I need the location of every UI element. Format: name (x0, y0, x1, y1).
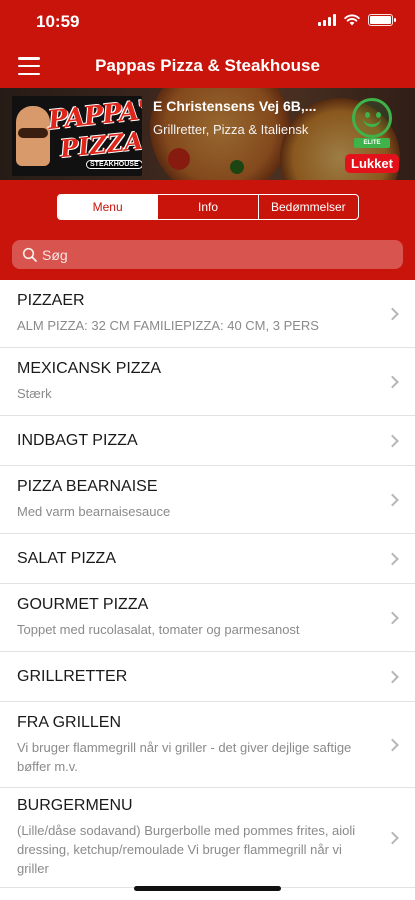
chevron-right-icon (386, 738, 399, 751)
category-description: ALM PIZZA: 32 CM FAMILIEPIZZA: 40 CM, 3 … (17, 318, 319, 333)
menu-category-mexicansk-pizza[interactable]: MEXICANSK PIZZA Stærk (0, 348, 415, 416)
category-title: GOURMET PIZZA (17, 596, 149, 613)
menu-category-salat-pizza[interactable]: SALAT PIZZA (0, 534, 415, 584)
battery-icon (368, 14, 396, 26)
menu-category-grillretter[interactable]: GRILLRETTER (0, 652, 415, 702)
nav-title: Pappas Pizza & Steakhouse (95, 56, 320, 75)
category-title: INDBAGT PIZZA (17, 431, 138, 449)
smiley-rating-icon (352, 98, 392, 138)
status-bar: 10:59 (0, 0, 415, 44)
segmented-control: Menu Info Bedømmelser (57, 194, 359, 220)
signal-icon (318, 14, 336, 26)
chevron-right-icon (386, 375, 399, 388)
category-title: BURGERMENU (17, 797, 133, 814)
search-bar[interactable] (12, 240, 403, 269)
tab-info[interactable]: Info (157, 195, 257, 219)
chevron-right-icon (386, 611, 399, 624)
search-icon (22, 247, 37, 262)
elite-badge: ELITE (354, 138, 390, 148)
nav-bar: Pappas Pizza & Steakhouse (0, 44, 415, 88)
chevron-right-icon (386, 670, 399, 683)
category-title: FRA GRILLEN (17, 713, 122, 731)
category-description: Stærk (17, 386, 52, 401)
category-title: MEXICANSK PIZZA (17, 360, 162, 377)
menu-category-pizzaer[interactable]: PIZZAER ALM PIZZA: 32 CM FAMILIEPIZZA: 4… (0, 280, 415, 348)
category-title: GRILLRETTER (17, 667, 128, 685)
chevron-right-icon (386, 493, 399, 506)
tab-reviews[interactable]: Bedømmelser (257, 195, 358, 219)
status-icons (318, 14, 396, 26)
menu-category-pizza-bearnaise[interactable]: PIZZA BEARNAISE Med varm bearnaisesauce (0, 466, 415, 534)
menu-category-burgermenu[interactable]: BURGERMENU (Lille/dåse sodavand) Burgerb… (0, 788, 415, 888)
search-input[interactable] (42, 240, 392, 269)
category-description: Vi bruger flammegrill når vi griller - d… (17, 739, 352, 774)
menu-category-gourmet-pizza[interactable]: GOURMET PIZZA Toppet med rucolasalat, to… (0, 584, 415, 652)
home-indicator (134, 886, 281, 891)
menu-category-fra-grillen[interactable]: FRA GRILLEN Vi bruger flammegrill når vi… (0, 702, 415, 788)
status-badge: Lukket (345, 154, 399, 173)
restaurant-address: E Christensens Vej 6B,... (153, 98, 317, 114)
menu-category-list: PIZZAER ALM PIZZA: 32 CM FAMILIEPIZZA: 4… (0, 280, 415, 888)
category-title: SALAT PIZZA (17, 549, 116, 567)
status-time: 10:59 (36, 12, 80, 31)
chevron-right-icon (386, 552, 399, 565)
menu-category-indbagt-pizza[interactable]: INDBAGT PIZZA (0, 416, 415, 466)
tab-menu[interactable]: Menu (58, 195, 158, 219)
chevron-right-icon (386, 307, 399, 320)
chevron-right-icon (386, 434, 399, 447)
logo-subtext: STEAKHOUSE (86, 160, 142, 169)
category-title: PIZZA BEARNAISE (17, 478, 158, 495)
wifi-icon (344, 14, 360, 26)
restaurant-banner: PAPPA'S PIZZA STEAKHOUSE E Christensens … (0, 88, 415, 180)
category-description: Toppet med rucolasalat, tomater og parme… (17, 622, 300, 637)
restaurant-cuisine: Grillretter, Pizza & Italiensk (153, 122, 309, 137)
category-description: Med varm bearnaisesauce (17, 504, 171, 519)
header: 10:59 Pappas Pizza & Steakhouse PAPPA'S (0, 0, 415, 280)
restaurant-logo: PAPPA'S PIZZA STEAKHOUSE (12, 96, 142, 176)
category-description: (Lille/dåse sodavand) Burgerbolle med po… (17, 823, 356, 876)
chevron-right-icon (386, 831, 399, 844)
category-title: PIZZAER (17, 292, 85, 309)
